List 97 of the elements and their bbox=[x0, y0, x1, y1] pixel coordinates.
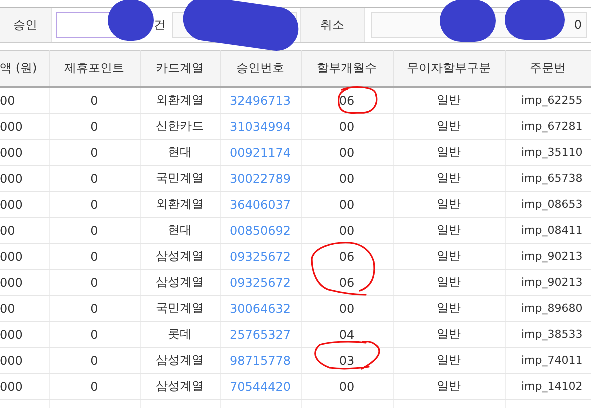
table-cell: 00 bbox=[0, 218, 49, 244]
table-cell: imp_62255 bbox=[505, 87, 591, 114]
approval-link[interactable]: 09325672 bbox=[220, 244, 301, 270]
table-cell: 00 bbox=[301, 166, 393, 192]
table-cell: 000 bbox=[0, 322, 49, 348]
approval-link[interactable]: 70544420 bbox=[220, 374, 301, 400]
table-cell: 00 bbox=[301, 192, 393, 218]
table-cell: 외환계열 bbox=[140, 192, 220, 218]
table-cell: imp_08653 bbox=[505, 192, 591, 218]
approval-link[interactable]: 98715778 bbox=[220, 348, 301, 374]
table-cell: 일반 bbox=[393, 114, 505, 140]
table-cell: 일반 bbox=[393, 322, 505, 348]
table-cell: 롯데 bbox=[140, 322, 220, 348]
table-cell: 0 bbox=[49, 374, 140, 400]
table-cell: 0 bbox=[49, 140, 140, 166]
column-header[interactable]: 카드계열 bbox=[140, 50, 220, 87]
table-cell: 신한카드 bbox=[140, 114, 220, 140]
table-cell: 000 bbox=[0, 140, 49, 166]
column-header[interactable]: 주문번 bbox=[505, 50, 591, 87]
column-header[interactable]: 할부개월수 bbox=[301, 50, 393, 87]
table-cell: 03 bbox=[301, 348, 393, 374]
table-cell: 00 bbox=[301, 296, 393, 322]
table-cell: 0 bbox=[49, 218, 140, 244]
approval-link[interactable]: 36406037 bbox=[220, 192, 301, 218]
table-cell: 000 bbox=[0, 374, 49, 400]
table-cell: 삼성계열 bbox=[140, 244, 220, 270]
field-label: 취소 bbox=[300, 8, 365, 42]
table-cell: 현대 bbox=[140, 140, 220, 166]
table-cell: 일반 bbox=[393, 192, 505, 218]
table-cell: 000 bbox=[0, 244, 49, 270]
table-cell: 일반 bbox=[393, 296, 505, 322]
table-cell: imp_14102 bbox=[505, 374, 591, 400]
table-cell: 일반 bbox=[393, 244, 505, 270]
approval-link[interactable]: 00921174 bbox=[220, 140, 301, 166]
column-header[interactable]: 승인번호 bbox=[220, 50, 301, 87]
redaction-overlay bbox=[505, 0, 565, 40]
redaction-overlay bbox=[440, 0, 496, 42]
approval-link[interactable]: 09325672 bbox=[220, 270, 301, 296]
table-cell: 0 bbox=[49, 244, 140, 270]
table-cell: imp_65738 bbox=[505, 166, 591, 192]
table-cell: 현대 bbox=[140, 218, 220, 244]
table-cell: imp_74011 bbox=[505, 348, 591, 374]
table-cell: 0 bbox=[49, 166, 140, 192]
table-cell: 06 bbox=[301, 270, 393, 296]
table-cell: 00 bbox=[301, 140, 393, 166]
table-cell: 000 bbox=[0, 192, 49, 218]
table-cell: 0 bbox=[49, 114, 140, 140]
table-cell: 06 bbox=[301, 87, 393, 114]
table-cell: 국민계열 bbox=[140, 166, 220, 192]
table-cell: 0 bbox=[49, 348, 140, 374]
table-cell: 000 bbox=[0, 270, 49, 296]
table-cell: 삼성계열 bbox=[140, 374, 220, 400]
table-cell: 외환계열 bbox=[140, 87, 220, 114]
table-cell: 일반 bbox=[393, 374, 505, 400]
table-cell: 00 bbox=[301, 218, 393, 244]
table-cell: imp_90213 bbox=[505, 244, 591, 270]
table-cell: 0 bbox=[49, 296, 140, 322]
column-header[interactable]: 제휴포인트 bbox=[49, 50, 140, 87]
table-cell: 0 bbox=[49, 192, 140, 218]
table-cell: 일반 bbox=[393, 166, 505, 192]
approval-link[interactable]: 00850692 bbox=[220, 218, 301, 244]
table-cell: 0 bbox=[49, 270, 140, 296]
table-cell: 삼성계열 bbox=[140, 348, 220, 374]
field-label: 승인 bbox=[0, 8, 52, 42]
table-cell: imp_38533 bbox=[505, 322, 591, 348]
table-cell: 삼성계열 bbox=[140, 270, 220, 296]
table-cell: 00 bbox=[301, 374, 393, 400]
table-cell: 00 bbox=[0, 87, 49, 114]
table-cell: 04 bbox=[301, 322, 393, 348]
column-header[interactable]: 무이자할부구분 bbox=[393, 50, 505, 87]
table-cell: 00 bbox=[301, 114, 393, 140]
approval-link[interactable]: 30064632 bbox=[220, 296, 301, 322]
table-cell: 0 bbox=[49, 322, 140, 348]
unit-label: 건 bbox=[154, 16, 166, 34]
table-cell: 일반 bbox=[393, 87, 505, 114]
table-cell: imp_89680 bbox=[505, 296, 591, 322]
table-cell: 000 bbox=[0, 166, 49, 192]
table-cell: 일반 bbox=[393, 270, 505, 296]
table-cell: imp_67281 bbox=[505, 114, 591, 140]
column-header[interactable]: 액 (원) bbox=[0, 50, 49, 87]
approval-link[interactable]: 32496713 bbox=[220, 87, 301, 114]
redaction-overlay bbox=[108, 0, 154, 41]
approval-link[interactable]: 31034994 bbox=[220, 114, 301, 140]
table-cell: 000 bbox=[0, 114, 49, 140]
approval-link[interactable]: 25765327 bbox=[220, 322, 301, 348]
table-cell: 00 bbox=[0, 296, 49, 322]
table-cell: 일반 bbox=[393, 140, 505, 166]
table-cell: 국민계열 bbox=[140, 296, 220, 322]
table-cell: imp_08411 bbox=[505, 218, 591, 244]
table-cell: 일반 bbox=[393, 348, 505, 374]
table-cell: 000 bbox=[0, 348, 49, 374]
table-cell: imp_35110 bbox=[505, 140, 591, 166]
approval-link[interactable]: 30022789 bbox=[220, 166, 301, 192]
table-cell: imp_90213 bbox=[505, 270, 591, 296]
table-cell: 0 bbox=[49, 87, 140, 114]
table-cell: 일반 bbox=[393, 218, 505, 244]
table-cell: 06 bbox=[301, 244, 393, 270]
